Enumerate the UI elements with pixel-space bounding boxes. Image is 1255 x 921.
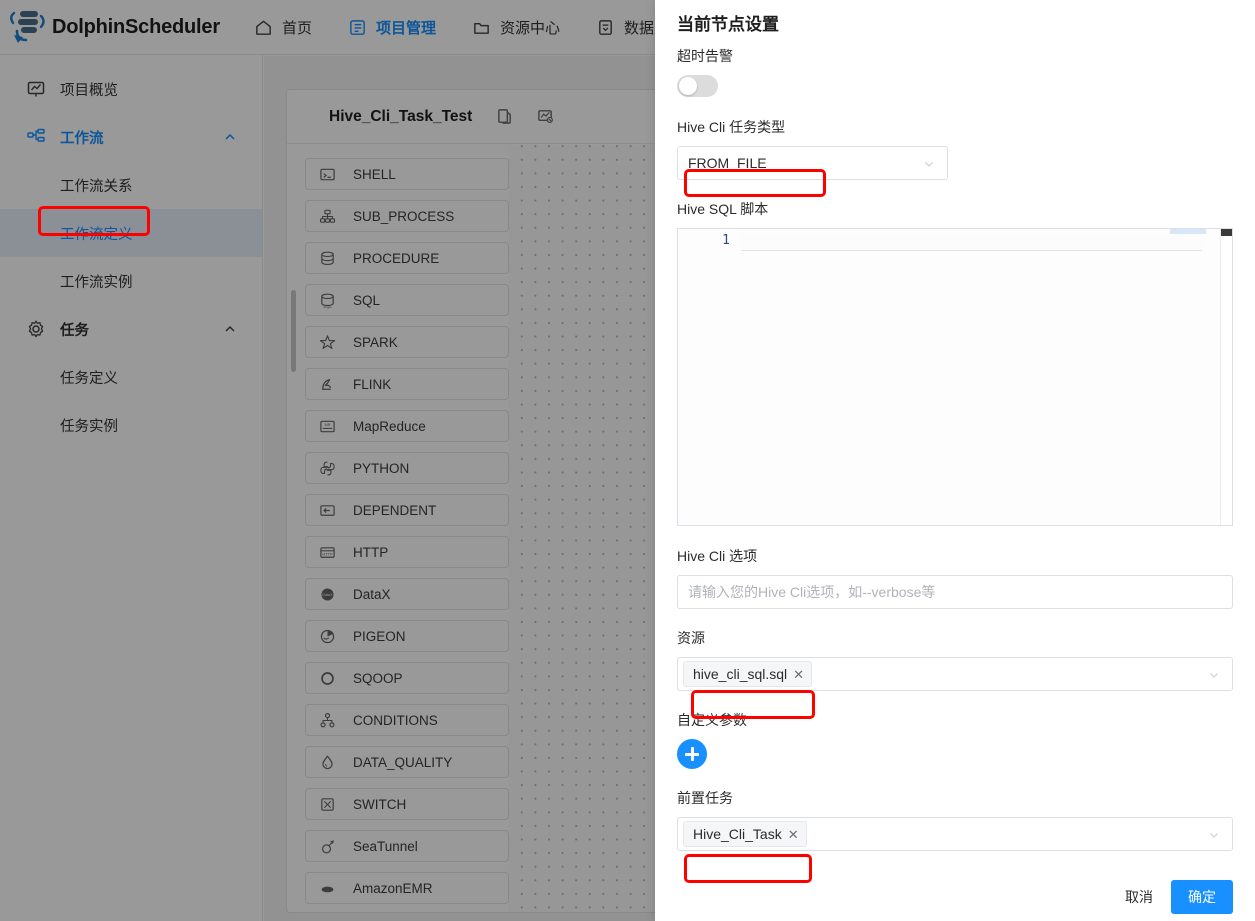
hive-sql-code-editor[interactable]: 1: [677, 228, 1233, 526]
chevron-down-icon: [923, 157, 935, 169]
hive-cli-task-type-value: FROM_FILE: [688, 155, 767, 171]
editor-scrollbar-thumb[interactable]: [1221, 229, 1232, 236]
cancel-button[interactable]: 取消: [1121, 881, 1157, 913]
resource-tag[interactable]: hive_cli_sql.sql ✕: [683, 661, 813, 687]
chevron-down-icon: [1208, 668, 1220, 680]
field-resource: 资源 hive_cli_sql.sql ✕: [677, 628, 1233, 691]
field-timeout-alarm: 超时告警: [677, 46, 1233, 97]
timeout-alarm-toggle[interactable]: [677, 75, 718, 97]
label-timeout-alarm: 超时告警: [677, 48, 733, 64]
toggle-knob: [679, 77, 697, 95]
field-custom-params: 自定义参数: [677, 710, 1233, 769]
pre-task-tag-label: Hive_Cli_Task: [693, 826, 782, 842]
resource-select[interactable]: hive_cli_sql.sql ✕: [677, 657, 1233, 691]
editor-vertical-scrollbar[interactable]: [1220, 229, 1232, 525]
label-hive-sql-script: Hive SQL 脚本: [677, 201, 769, 217]
pre-tasks-select[interactable]: Hive_Cli_Task ✕: [677, 817, 1233, 851]
editor-active-line[interactable]: [741, 234, 1202, 251]
drawer-form: 超时告警 Hive Cli 任务类型 FROM_FILE Hive SQL 脚本…: [655, 46, 1255, 875]
field-hive-sql-script: Hive SQL 脚本 1: [677, 199, 1233, 526]
label-hive-cli-task-type: Hive Cli 任务类型: [677, 119, 786, 135]
modal-overlay[interactable]: [0, 0, 655, 921]
chevron-down-icon: [1208, 828, 1220, 840]
field-pre-tasks: 前置任务 Hive_Cli_Task ✕: [677, 788, 1233, 851]
close-icon[interactable]: ✕: [793, 668, 804, 681]
editor-gutter: 1: [678, 229, 740, 525]
editor-selection-strip: [1170, 229, 1206, 234]
label-custom-params: 自定义参数: [677, 712, 747, 728]
hive-cli-task-type-select[interactable]: FROM_FILE: [677, 146, 948, 180]
close-icon[interactable]: ✕: [788, 828, 799, 841]
drawer-footer: 取消 确定: [655, 873, 1255, 921]
label-hive-cli-options: Hive Cli 选项: [677, 548, 758, 564]
field-hive-cli-options: Hive Cli 选项: [677, 546, 1233, 609]
field-hive-cli-task-type: Hive Cli 任务类型 FROM_FILE: [677, 117, 1233, 180]
label-pre-tasks: 前置任务: [677, 790, 733, 806]
editor-line-number: 1: [722, 233, 730, 248]
hive-cli-options-input[interactable]: [677, 575, 1233, 609]
label-resource: 资源: [677, 630, 705, 646]
drawer-title: 当前节点设置: [677, 15, 779, 34]
add-custom-param-button[interactable]: [677, 739, 707, 769]
confirm-button[interactable]: 确定: [1171, 880, 1233, 914]
node-settings-drawer: 当前节点设置 超时告警 Hive Cli 任务类型 FROM_FILE Hive…: [655, 0, 1255, 921]
resource-tag-label: hive_cli_sql.sql: [693, 666, 788, 682]
pre-task-tag[interactable]: Hive_Cli_Task ✕: [683, 821, 807, 847]
